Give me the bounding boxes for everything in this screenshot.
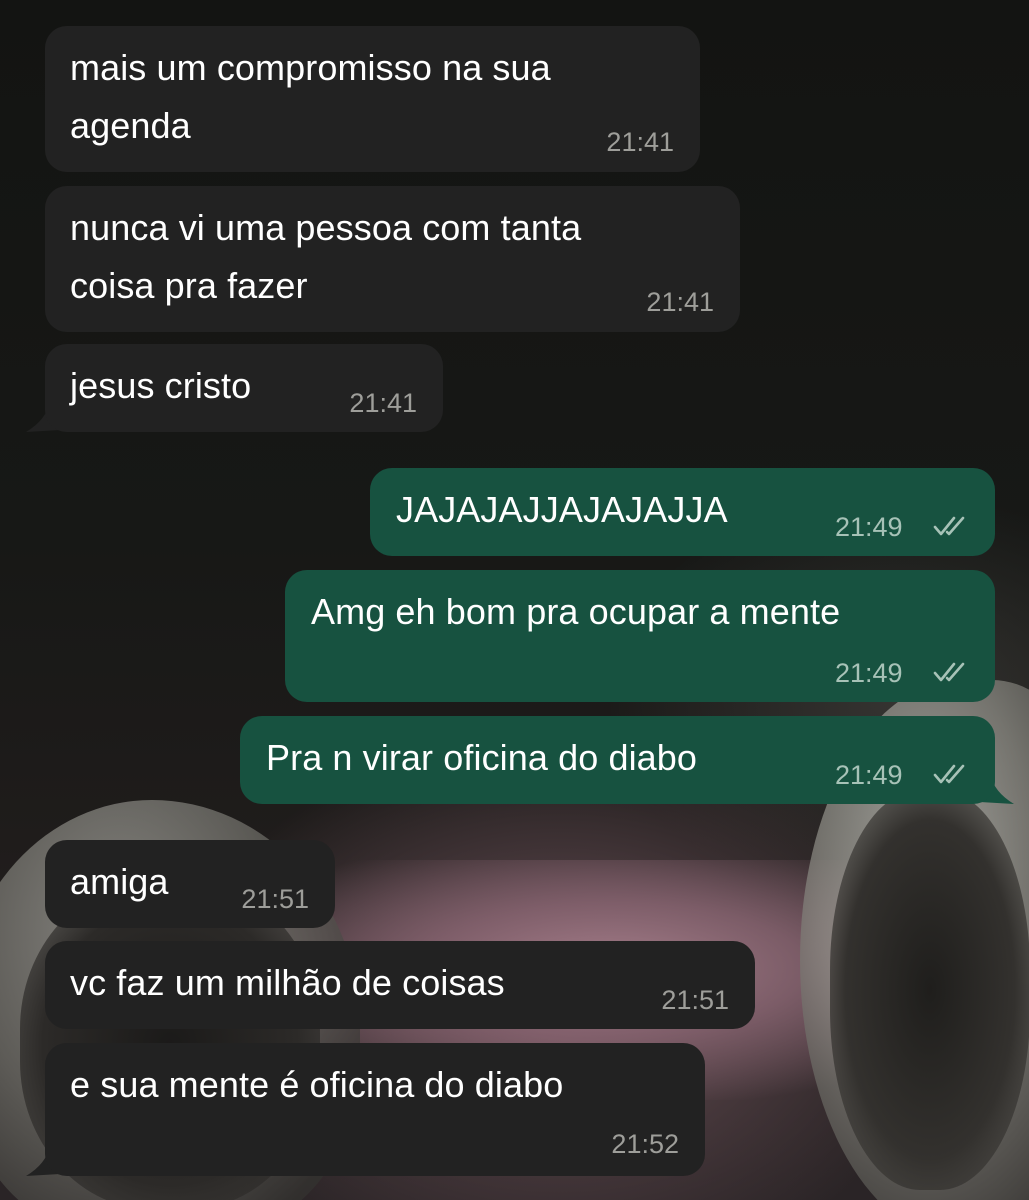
outgoing-message[interactable]: Amg eh bom pra ocupar a mente 21:49 bbox=[285, 570, 995, 702]
message-timestamp: 21:41 bbox=[606, 127, 674, 157]
message-timestamp: 21:41 bbox=[349, 388, 417, 418]
message-timestamp: 21:41 bbox=[646, 287, 714, 317]
message-text-line: jesus cristo bbox=[70, 365, 252, 406]
incoming-message[interactable]: vc faz um milhão de coisas 21:51 bbox=[45, 941, 755, 1029]
double-check-icon bbox=[933, 764, 965, 784]
message-timestamp: 21:52 bbox=[611, 1129, 679, 1159]
message-text-line: nunca vi uma pessoa com tanta bbox=[70, 207, 582, 248]
incoming-message[interactable]: jesus cristo 21:41 bbox=[45, 344, 443, 432]
message-timestamp: 21:49 bbox=[835, 760, 903, 790]
message-text-line: coisa pra fazer bbox=[70, 265, 308, 306]
incoming-message[interactable]: amiga 21:51 bbox=[45, 840, 335, 928]
message-text-line: Amg eh bom pra ocupar a mente bbox=[311, 591, 841, 632]
outgoing-message[interactable]: Pra n virar oficina do diabo 21:49 bbox=[240, 716, 995, 804]
incoming-message[interactable]: e sua mente é oficina do diabo 21:52 bbox=[45, 1043, 705, 1176]
incoming-message[interactable]: nunca vi uma pessoa com tanta coisa pra … bbox=[45, 186, 740, 332]
message-list: mais um compromisso na sua agenda 21:41 … bbox=[0, 0, 1029, 1200]
message-text-line: vc faz um milhão de coisas bbox=[70, 962, 505, 1003]
double-check-icon bbox=[933, 516, 965, 536]
message-timestamp: 21:51 bbox=[241, 884, 309, 914]
message-text-line: agenda bbox=[70, 105, 191, 146]
message-text-line: JAJAJAJJAJAJAJJA bbox=[396, 489, 728, 530]
message-text-line: e sua mente é oficina do diabo bbox=[70, 1064, 564, 1105]
double-check-icon bbox=[933, 662, 965, 682]
message-timestamp: 21:51 bbox=[661, 985, 729, 1015]
outgoing-message[interactable]: JAJAJAJJAJAJAJJA 21:49 bbox=[370, 468, 995, 556]
message-text-line: amiga bbox=[70, 861, 169, 902]
message-text-line: mais um compromisso na sua bbox=[70, 47, 551, 88]
message-text-line: Pra n virar oficina do diabo bbox=[266, 737, 698, 778]
message-timestamp: 21:49 bbox=[835, 512, 903, 542]
incoming-message[interactable]: mais um compromisso na sua agenda 21:41 bbox=[45, 26, 700, 172]
message-timestamp: 21:49 bbox=[835, 658, 903, 688]
